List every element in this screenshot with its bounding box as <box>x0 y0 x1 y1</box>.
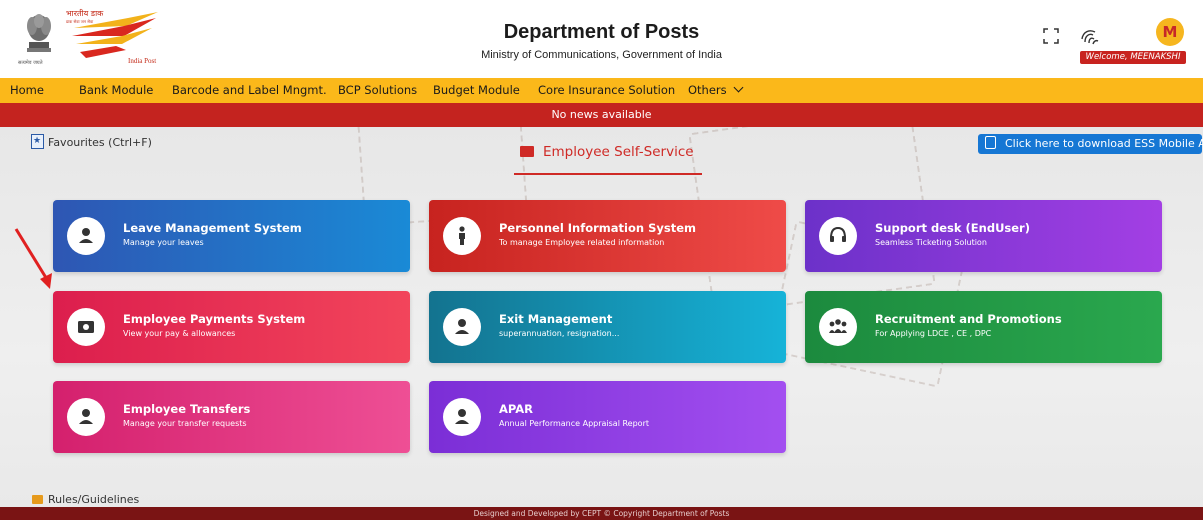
card-leave-management[interactable]: Leave Management System Manage your leav… <box>53 200 410 272</box>
ess-heading: Employee Self-Service <box>520 144 694 160</box>
footer: Designed and Developed by CEPT © Copyrig… <box>0 507 1203 520</box>
nav-bcp-solutions[interactable]: BCP Solutions <box>338 78 417 103</box>
annotation-arrow <box>14 228 52 289</box>
favourites-star-icon <box>31 134 44 149</box>
card-personnel-information[interactable]: Personnel Information System To manage E… <box>429 200 786 272</box>
welcome-badge: Welcome, MEENAKSHI <box>1080 51 1186 64</box>
card-title: Exit Management <box>499 312 613 326</box>
news-ticker: No news available <box>0 103 1203 127</box>
app-header: सत्यमेव जयते भारतीय डाक डाक सेवा जन सेवा… <box>0 0 1203 79</box>
person-icon <box>67 217 105 255</box>
person-icon <box>443 398 481 436</box>
person-icon <box>443 308 481 346</box>
card-subtitle: Annual Performance Appraisal Report <box>499 419 649 428</box>
mail-check-icon <box>520 146 534 157</box>
avatar[interactable]: M <box>1156 18 1184 46</box>
favourites-link[interactable]: Favourites (Ctrl+F) <box>31 134 152 149</box>
nav-budget-module[interactable]: Budget Module <box>433 78 520 103</box>
card-title: APAR <box>499 402 534 416</box>
nav-core-insurance[interactable]: Core Insurance Solution <box>538 78 675 103</box>
folder-icon <box>32 495 43 504</box>
card-employee-transfers[interactable]: Employee Transfers Manage your transfer … <box>53 381 410 453</box>
card-title: Support desk (EndUser) <box>875 221 1030 235</box>
chevron-down-icon <box>733 82 744 93</box>
card-subtitle: For Applying LDCE , CE , DPC <box>875 329 992 338</box>
card-support-desk[interactable]: Support desk (EndUser) Seamless Ticketin… <box>805 200 1162 272</box>
main-nav: Home Bank Module Barcode and Label Mngmt… <box>0 78 1203 103</box>
card-subtitle: Manage your leaves <box>123 238 204 247</box>
nav-barcode-label[interactable]: Barcode and Label Mngmt. <box>172 78 327 103</box>
card-title: Employee Transfers <box>123 402 251 416</box>
card-subtitle: Seamless Ticketing Solution <box>875 238 987 247</box>
main-content: Favourites (Ctrl+F) Employee Self-Servic… <box>0 127 1203 507</box>
download-app-button[interactable]: Click here to download ESS Mobile App <box>978 134 1203 154</box>
card-subtitle: View your pay & allowances <box>123 329 236 338</box>
card-employee-payments[interactable]: Employee Payments System View your pay &… <box>53 291 410 363</box>
download-icon <box>985 136 996 149</box>
card-title: Leave Management System <box>123 221 302 235</box>
nav-others-label: Others <box>688 83 727 97</box>
card-subtitle: To manage Employee related information <box>499 238 665 247</box>
card-title: Recruitment and Promotions <box>875 312 1062 326</box>
fingerprint-icon[interactable] <box>1079 27 1101 45</box>
headset-icon <box>819 217 857 255</box>
download-app-label: Click here to download ESS Mobile App <box>1005 137 1203 150</box>
card-title: Employee Payments System <box>123 312 306 326</box>
group-icon <box>819 308 857 346</box>
rules-guidelines-link[interactable]: Rules/Guidelines <box>32 493 139 506</box>
card-apar[interactable]: APAR Annual Performance Appraisal Report <box>429 381 786 453</box>
card-exit-management[interactable]: Exit Management superannuation, resignat… <box>429 291 786 363</box>
rules-label: Rules/Guidelines <box>48 493 140 506</box>
person-standing-icon <box>443 217 481 255</box>
card-subtitle: superannuation, resignation... <box>499 329 620 338</box>
nav-home[interactable]: Home <box>10 78 44 103</box>
card-title: Personnel Information System <box>499 221 696 235</box>
ess-heading-label: Employee Self-Service <box>543 144 694 160</box>
money-icon <box>67 308 105 346</box>
nav-others[interactable]: Others <box>688 78 744 103</box>
card-subtitle: Manage your transfer requests <box>123 419 247 428</box>
person-icon <box>67 398 105 436</box>
logo-hindi-text: भारतीय डाक <box>66 9 104 18</box>
card-recruitment-promotions[interactable]: Recruitment and Promotions For Applying … <box>805 291 1162 363</box>
fullscreen-icon[interactable] <box>1043 28 1059 44</box>
favourites-label: Favourites (Ctrl+F) <box>48 136 152 149</box>
page-title: Department of Posts <box>503 21 700 43</box>
ess-underline <box>514 173 702 175</box>
page-subtitle: Ministry of Communications, Government o… <box>481 49 722 61</box>
nav-bank-module[interactable]: Bank Module <box>79 78 153 103</box>
